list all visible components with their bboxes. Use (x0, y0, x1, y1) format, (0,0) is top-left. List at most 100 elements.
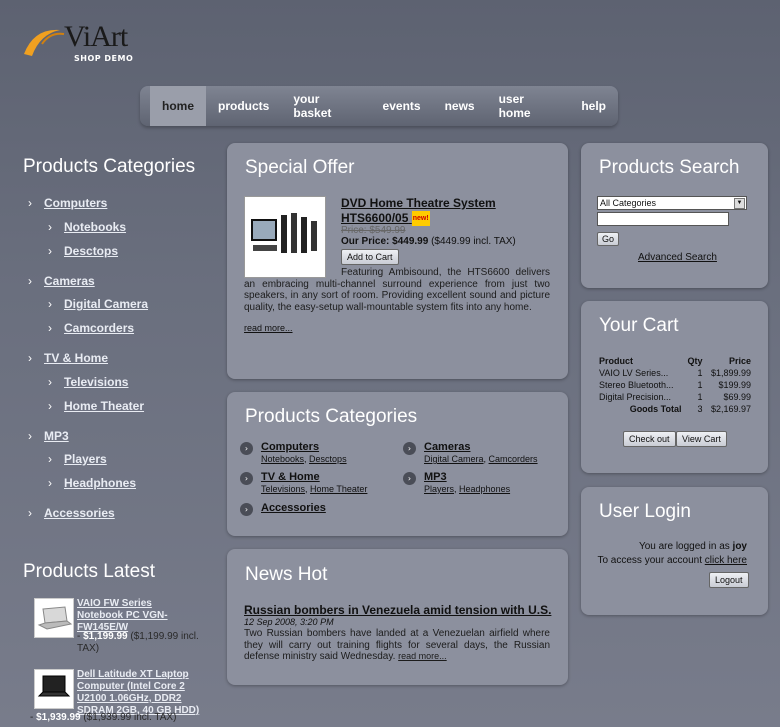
pc-desctops[interactable]: Desctops (309, 454, 347, 464)
search-input[interactable] (597, 212, 729, 226)
product-thumbnail[interactable] (34, 598, 74, 638)
news-date: 12 Sep 2008, 3:20 PM (244, 617, 334, 627)
advanced-search-link[interactable]: Advanced Search (638, 252, 717, 263)
left-categories-title: Products Categories (23, 156, 196, 177)
cat-headphones[interactable]: › Headphones (48, 476, 136, 490)
cat-digital-camera[interactable]: › Digital Camera (48, 297, 148, 311)
news-headline[interactable]: Russian bombers in Venezuela amid tensio… (244, 603, 564, 617)
cat-tv-home[interactable]: › TV & Home (28, 351, 108, 365)
news-text: Two Russian bombers have landed at a Ven… (244, 628, 550, 662)
pc-computers[interactable]: Computers (261, 441, 319, 453)
cat-home-theater[interactable]: › Home Theater (48, 399, 144, 413)
special-offer-title: Special Offer (245, 157, 355, 178)
cart-item-qty: 1 (697, 368, 703, 378)
cat-notebooks[interactable]: › Notebooks (48, 220, 126, 234)
account-link[interactable]: click here (705, 555, 747, 566)
cart-header-price: Price (728, 356, 751, 366)
category-select[interactable]: All Categories ▼ (597, 196, 747, 210)
special-offer-product-name[interactable]: DVD Home Theatre System HTS6600/05 new! (341, 196, 511, 227)
cat-players[interactable]: › Players (48, 452, 107, 466)
table-row: VAIO LV Series... 1 $1,899.99 (597, 367, 753, 379)
pc-cameras[interactable]: Cameras (424, 441, 470, 453)
pc-camcorders[interactable]: Camcorders (489, 454, 538, 464)
pc-tv-home-subs: Televisions, Home Theater (261, 484, 368, 494)
logo-swoosh-icon (24, 29, 65, 56)
cat-camcorders[interactable]: › Camcorders (48, 321, 134, 335)
pc-home-theater[interactable]: Home Theater (310, 484, 367, 494)
latest-item-2-name[interactable]: Dell Latitude XT Laptop Computer (Intel … (77, 669, 205, 717)
nav-basket[interactable]: your basket (281, 86, 370, 126)
arrow-right-icon: › (403, 472, 416, 485)
pc-televisions[interactable]: Televisions (261, 484, 305, 494)
latest-item-1-name[interactable]: VAIO FW Series Notebook PC VGN-FW145E/W (77, 598, 195, 634)
pc-mp3-subs: Players, Headphones (424, 484, 511, 494)
nav-events[interactable]: events (371, 86, 433, 126)
cart-item-price: $1,899.99 (710, 368, 751, 378)
latest-item-1-price: $1,199.99 (83, 631, 128, 642)
pc-computers-subs: Notebooks, Desctops (261, 454, 347, 464)
cat-accessories[interactable]: › Accessories (28, 506, 115, 520)
chevron-right-icon: › (48, 297, 52, 311)
cart-total-qty: 3 (697, 404, 703, 414)
pc-mp3[interactable]: MP3 (424, 471, 447, 483)
logged-in-user: joy (732, 541, 747, 552)
nav-news[interactable]: news (433, 86, 487, 126)
cart-item-product: VAIO LV Series... (599, 368, 669, 378)
cart-item-price: $199.99 (718, 380, 751, 390)
pc-tv-home[interactable]: TV & Home (261, 471, 320, 483)
add-to-cart-button[interactable]: Add to Cart (341, 249, 399, 265)
categories-panel-title: Products Categories (245, 406, 418, 427)
chevron-right-icon: › (48, 476, 52, 490)
login-title: User Login (599, 501, 691, 522)
chevron-right-icon: › (48, 452, 52, 466)
news-title: News Hot (245, 564, 328, 585)
search-title: Products Search (599, 157, 740, 178)
special-offer-read-more[interactable]: read more... (244, 323, 293, 333)
arrow-right-icon: › (240, 442, 253, 455)
cart-total-price: $2,169.97 (710, 404, 751, 414)
cat-mp3[interactable]: › MP3 (28, 429, 69, 443)
arrow-right-icon: › (240, 472, 253, 485)
special-offer-panel: Special Offer DVD Home Theatre System HT… (227, 143, 568, 379)
chevron-right-icon: › (48, 399, 52, 413)
nav-help[interactable]: help (569, 86, 618, 126)
cat-cameras[interactable]: › Cameras (28, 274, 95, 288)
checkout-button[interactable]: Check out (623, 431, 676, 447)
pc-headphones[interactable]: Headphones (459, 484, 510, 494)
pc-players[interactable]: Players (424, 484, 454, 494)
news-panel: News Hot Russian bombers in Venezuela am… (227, 549, 568, 685)
chevron-right-icon: › (48, 321, 52, 335)
login-panel: User Login You are logged in as joy To a… (581, 487, 768, 615)
search-go-button[interactable]: Go (597, 232, 620, 246)
logo-subtitle: SHOP DEMO (74, 54, 134, 63)
news-read-more[interactable]: read more... (398, 651, 447, 661)
special-offer-image[interactable] (244, 196, 326, 278)
pc-notebooks[interactable]: Notebooks (261, 454, 304, 464)
chevron-right-icon: › (28, 429, 32, 443)
pc-digital-camera[interactable]: Digital Camera (424, 454, 484, 464)
cat-computers[interactable]: › Computers (28, 196, 107, 210)
logout-button[interactable]: Logout (709, 572, 749, 588)
cart-panel: Your Cart Product Qty Price VAIO LV Seri… (581, 301, 768, 473)
main-nav: home products your basket events news us… (140, 86, 618, 126)
arrow-right-icon: › (240, 503, 253, 516)
view-cart-button[interactable]: View Cart (676, 431, 727, 447)
chevron-right-icon: › (28, 274, 32, 288)
nav-user-home[interactable]: user home (487, 86, 570, 126)
cat-desctops[interactable]: › Desctops (48, 244, 118, 258)
cart-item-qty: 1 (697, 392, 703, 402)
dropdown-arrow-icon: ▼ (734, 198, 745, 209)
laptop-icon (37, 675, 71, 697)
latest-item-2-incl: ($1,939.99 incl. TAX) (83, 712, 177, 723)
cart-item-product: Stereo Bluetooth... (599, 380, 674, 390)
nav-home[interactable]: home (150, 86, 207, 126)
nav-products[interactable]: products (206, 86, 281, 126)
arrow-right-icon: › (403, 442, 416, 455)
product-thumbnail[interactable] (34, 669, 74, 709)
logo-name: ViArt (64, 20, 128, 53)
site-logo[interactable]: ViArt SHOP DEMO (20, 20, 160, 68)
new-badge: new! (411, 211, 430, 227)
cat-televisions[interactable]: › Televisions (48, 375, 128, 389)
chevron-right-icon: › (48, 244, 52, 258)
pc-accessories[interactable]: Accessories (261, 502, 326, 514)
